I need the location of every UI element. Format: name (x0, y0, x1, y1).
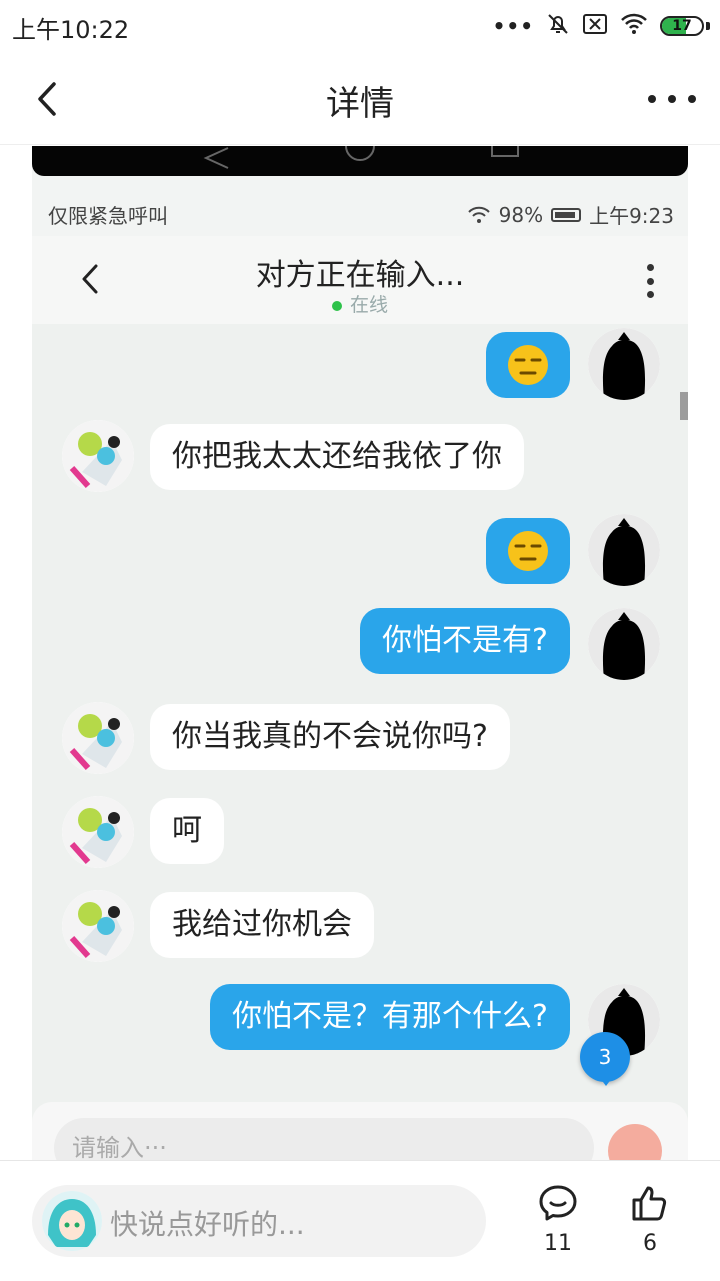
inner-battery-text: 98% (498, 202, 544, 227)
page-title: 详情 (326, 84, 394, 124)
friend-avatar (62, 702, 134, 774)
sent-message-bubble: 你怕不是有? (360, 608, 570, 674)
unamused-emoji-icon (508, 345, 548, 385)
online-dot-icon (331, 300, 342, 311)
status-bar: 上午10:22 ••• 17 (0, 0, 720, 52)
more-dot-icon (648, 95, 656, 103)
comment-button[interactable]: 11 (528, 1183, 588, 1256)
message-row: 你当我真的不会说你吗? (32, 702, 688, 778)
message-row (32, 514, 688, 590)
like-count: 6 (643, 1231, 657, 1256)
chat-header: 对方正在输入... 在线 (32, 236, 688, 324)
status-icons: ••• 17 (493, 12, 710, 40)
wifi-icon (620, 13, 648, 39)
android-nav-bar (32, 146, 688, 176)
received-message-bubble: 你当我真的不会说你吗? (150, 704, 510, 770)
friend-avatar (62, 796, 134, 868)
friend-avatar (62, 890, 134, 962)
inner-carrier-text: 仅限紧急呼叫 (48, 204, 168, 228)
inner-message-input: 请输入··· (54, 1118, 594, 1160)
comment-bubble-icon (539, 1185, 577, 1221)
friend-avatar (62, 420, 134, 492)
chat-title: 对方正在输入... (255, 258, 465, 293)
message-row: 你把我太太还给我依了你 (32, 420, 688, 496)
status-time: 上午10:22 (12, 16, 130, 44)
battery-level: 17 (672, 18, 692, 34)
received-message-bubble: 呵 (150, 798, 224, 864)
my-avatar (588, 608, 660, 680)
received-message-bubble: 我给过你机会 (150, 892, 374, 958)
unamused-emoji-icon (508, 531, 548, 571)
inner-battery-icon (551, 207, 582, 222)
comment-placeholder: 快说点好听的... (110, 1208, 305, 1241)
message-row: 你怕不是有? (32, 608, 688, 684)
inner-status-icons: 98% 上午9:23 (467, 200, 674, 229)
more-dot-icon (668, 95, 676, 103)
no-sim-icon (582, 13, 608, 39)
more-dot-icon (688, 95, 696, 103)
top-nav: 详情 (0, 52, 720, 145)
bottom-action-bar: 快说点好听的... 11 6 (0, 1160, 720, 1281)
inner-wifi-icon (467, 206, 490, 223)
emoji-bubble (486, 518, 570, 584)
inner-input-bar: 请输入··· (32, 1102, 688, 1160)
post-image[interactable]: 仅限紧急呼叫 98% 上午9:23 对方正在输入... 在线 你把我太太还给我依… (32, 146, 688, 1160)
chat-online-status: 在线 (32, 290, 688, 317)
thumbs-up-icon (632, 1186, 667, 1221)
more-options-button[interactable] (648, 76, 696, 122)
my-avatar (588, 328, 660, 400)
like-button[interactable]: 6 (620, 1183, 680, 1256)
message-row (32, 328, 688, 400)
my-avatar (588, 514, 660, 586)
chat-more-icon (646, 264, 654, 298)
unread-badge-pointer (597, 1074, 615, 1086)
mute-bell-icon (546, 12, 570, 40)
sent-message-bubble: 你怕不是？有那个什么? (210, 984, 570, 1050)
user-avatar (42, 1191, 102, 1251)
send-icon (608, 1124, 662, 1160)
comment-input[interactable]: 快说点好听的... (32, 1185, 486, 1257)
message-row: 呵 (32, 796, 688, 872)
inner-status-bar: 仅限紧急呼叫 98% 上午9:23 (32, 192, 688, 236)
more-notifications-icon: ••• (492, 14, 534, 38)
message-row: 我给过你机会 (32, 890, 688, 966)
emoji-bubble (486, 332, 570, 398)
chat-messages: 你把我太太还给我依了你 你怕不是有? 你当我真的不会说你吗? 呵 我给过你机会 … (32, 324, 688, 1160)
received-message-bubble: 你把我太太还给我依了你 (150, 424, 524, 490)
comment-count: 11 (544, 1231, 572, 1256)
inner-time: 上午9:23 (589, 204, 674, 228)
battery-icon: 17 (660, 16, 704, 36)
